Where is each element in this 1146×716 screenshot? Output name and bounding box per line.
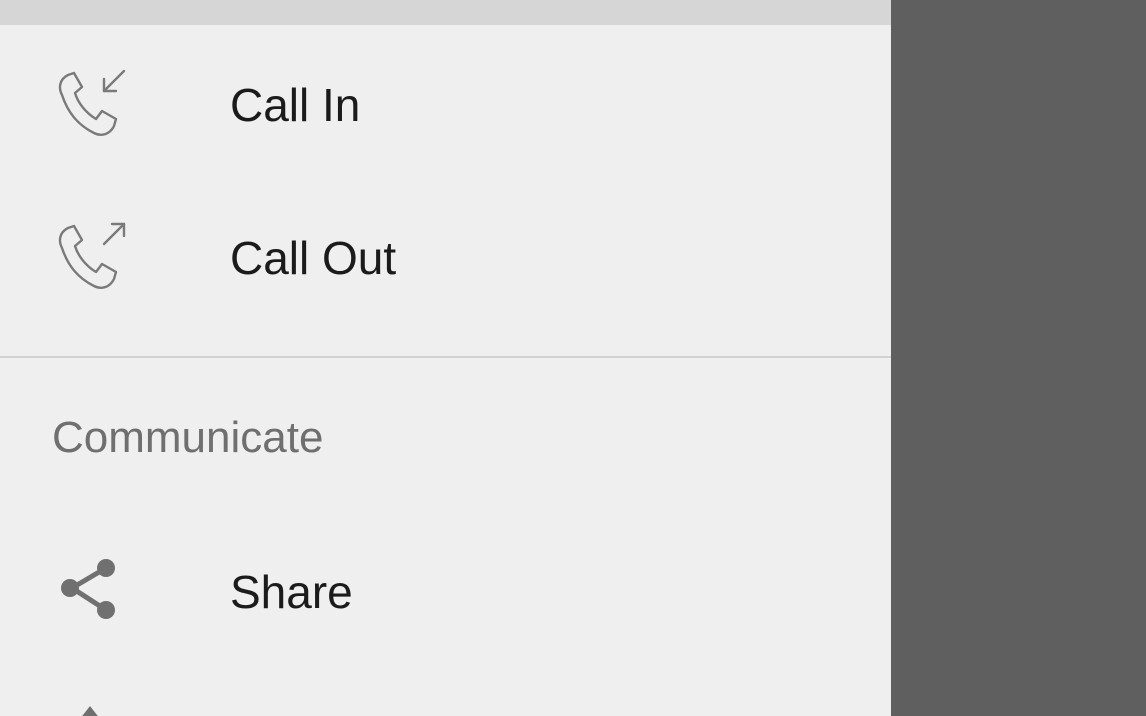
call-in-icon [48,63,132,147]
call-out-icon [48,216,132,300]
drawer-item-call-in[interactable]: Call In [0,35,891,175]
navigation-drawer: Call In Call Out Communicate Share [0,0,891,716]
drawer-item-share[interactable]: Share [0,522,891,662]
drawer-item-label: Share [230,566,353,618]
drawer-item-call-out[interactable]: Call Out [0,188,891,328]
drawer-header-band [0,0,891,25]
app-screen: Call In Call Out Communicate Share [0,0,1146,716]
drawer-item-partial[interactable] [0,690,891,716]
share-icon [56,556,124,624]
section-header-communicate: Communicate [52,413,324,462]
drawer-item-label: Call In [230,79,361,131]
drawer-scrim-overlay[interactable] [891,0,1146,716]
drawer-item-label: Call Out [230,232,397,284]
triangle-icon [70,704,110,716]
drawer-divider [0,356,891,358]
